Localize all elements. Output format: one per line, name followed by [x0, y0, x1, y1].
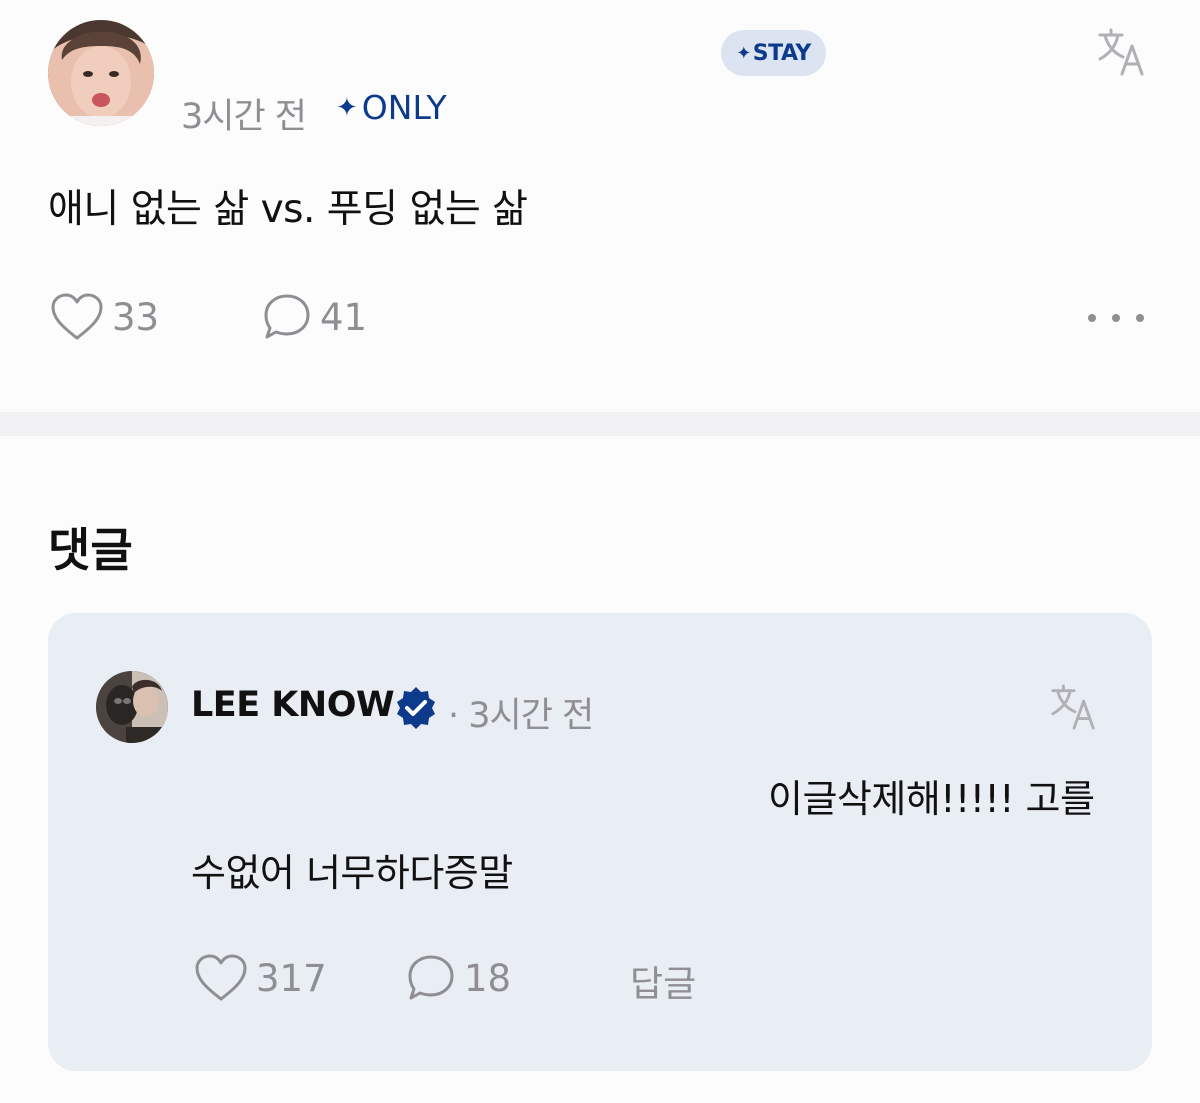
- speech-bubble-icon: [408, 955, 454, 1000]
- translate-icon[interactable]: [1049, 682, 1099, 732]
- post-author-avatar[interactable]: [48, 20, 154, 126]
- only-label: ONLY: [361, 88, 447, 127]
- comment-author-name[interactable]: LEE KNOW: [191, 685, 395, 725]
- dot: [1112, 314, 1120, 322]
- comments-heading: 댓글: [48, 523, 133, 577]
- speech-bubble-icon: [264, 294, 310, 339]
- post-comment-count: 41: [320, 295, 368, 339]
- comments-section: 댓글 LEE KNOW · 3시간 전 이글삭제해!!!!! 고를 수없어 너무…: [0, 436, 1200, 1103]
- comment-like-button[interactable]: 317: [194, 953, 327, 1003]
- only-badge: ✦ ONLY: [336, 88, 447, 127]
- dot: [1088, 314, 1096, 322]
- post-like-count: 33: [112, 295, 160, 339]
- heart-icon: [51, 293, 103, 340]
- section-divider: [0, 412, 1200, 436]
- heart-icon: [195, 954, 247, 1001]
- post-like-button[interactable]: 33: [50, 292, 159, 342]
- stay-label: STAY: [752, 40, 812, 66]
- verified-badge-icon: [397, 687, 435, 729]
- comment-text-line-2: 수없어 너무하다증말: [191, 851, 513, 895]
- post-card: 3시간 전 ✦ ONLY ✦ STAY 애니 없는 삶 vs. 푸딩 없는 삶: [0, 0, 1200, 412]
- post-timestamp: 3시간 전: [181, 97, 307, 137]
- reply-button[interactable]: 답글: [630, 955, 696, 1007]
- comment-item[interactable]: LEE KNOW · 3시간 전 이글삭제해!!!!! 고를 수없어 너무하다증…: [48, 613, 1152, 1071]
- more-options-button[interactable]: [1088, 306, 1144, 330]
- sparkle-icon: ✦: [736, 42, 751, 64]
- comment-reply-count: 18: [464, 956, 512, 1000]
- comment-timestamp: · 3시간 전: [448, 696, 594, 736]
- post-comment-button[interactable]: 41: [262, 292, 367, 342]
- comment-like-count: 317: [256, 956, 327, 1000]
- comment-author-avatar[interactable]: [96, 671, 168, 743]
- comment-text-line-1: 이글삭제해!!!!! 고를: [768, 777, 1095, 821]
- comment-reply-count-button[interactable]: 18: [406, 953, 511, 1003]
- translate-icon[interactable]: [1096, 26, 1148, 78]
- dot: [1136, 314, 1144, 322]
- sparkle-icon: ✦: [336, 92, 358, 123]
- stay-badge[interactable]: ✦ STAY: [721, 30, 826, 76]
- post-text: 애니 없는 삶 vs. 푸딩 없는 삶: [48, 187, 528, 232]
- page: 3시간 전 ✦ ONLY ✦ STAY 애니 없는 삶 vs. 푸딩 없는 삶: [0, 0, 1200, 1103]
